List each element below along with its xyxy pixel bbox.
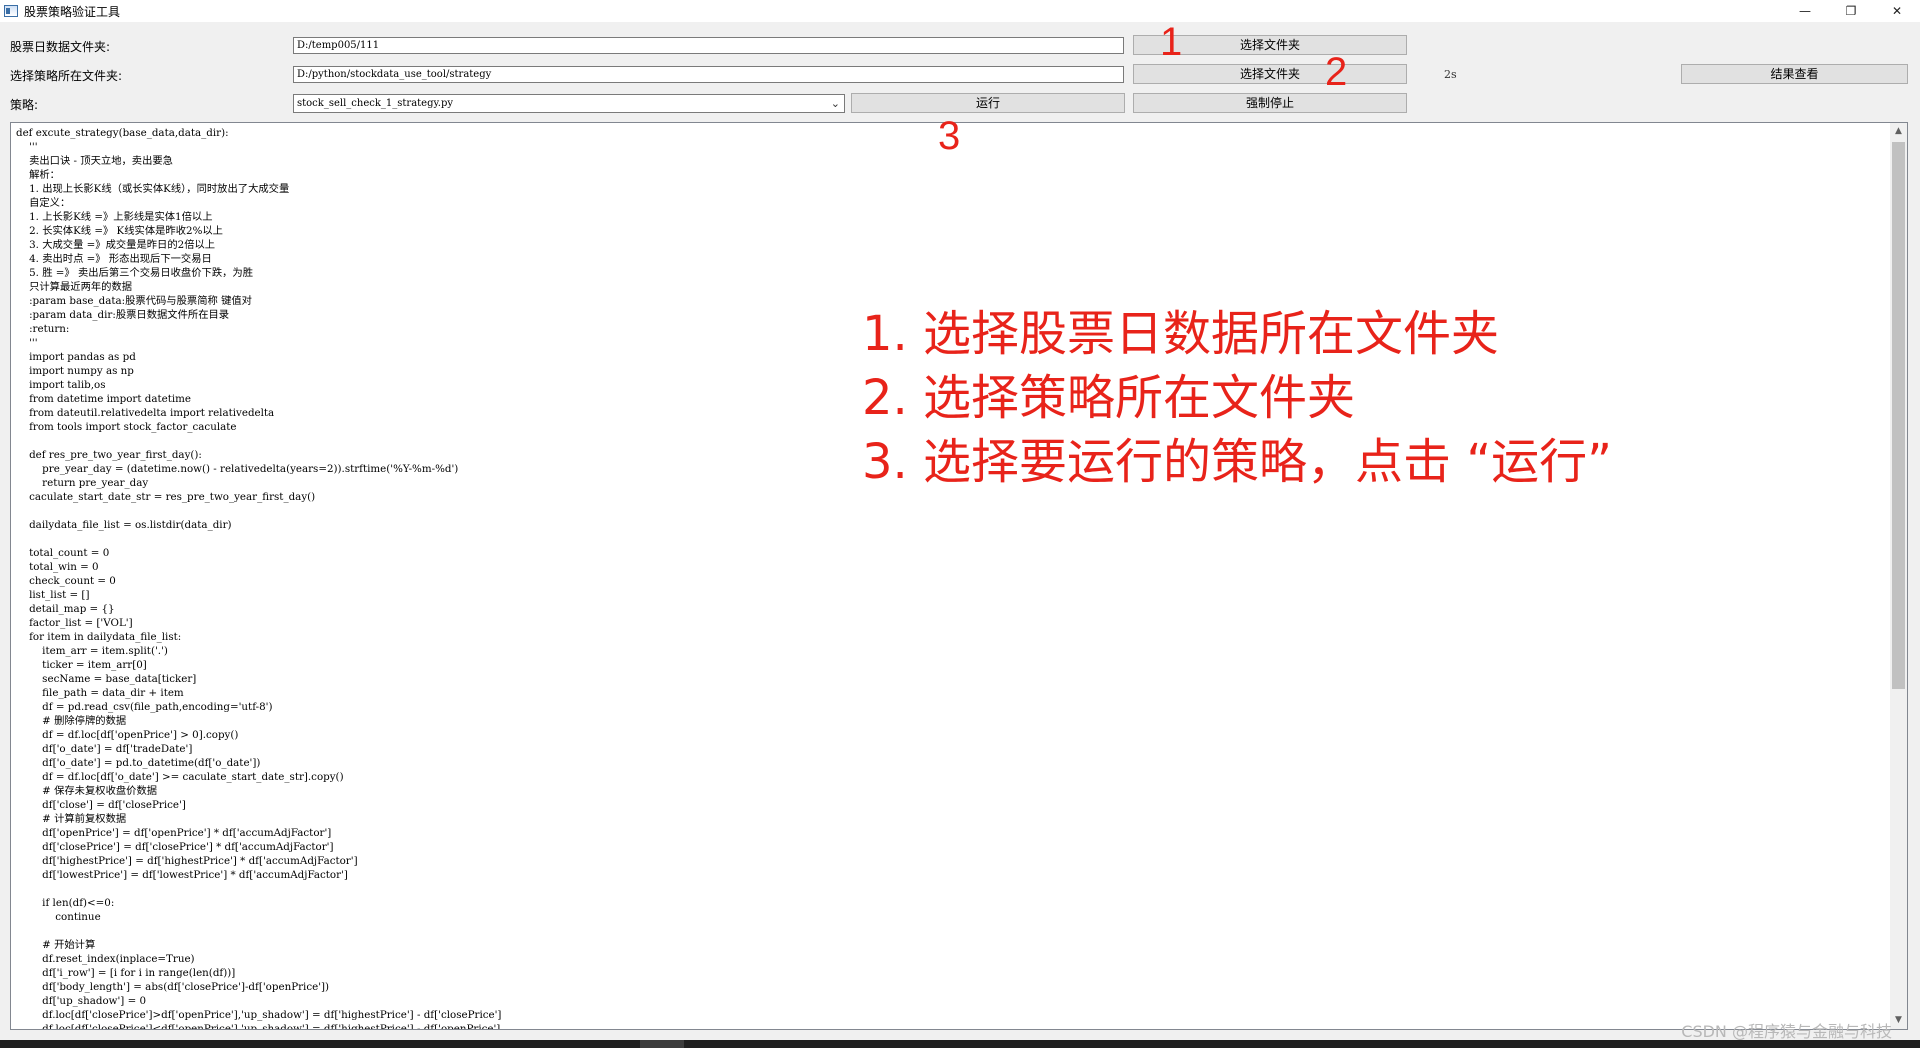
taskbar (0, 1040, 1920, 1048)
code-text: def excute_strategy(base_data,data_dir):… (16, 127, 502, 1030)
scroll-up-icon[interactable]: ▲ (1890, 123, 1907, 140)
code-editor[interactable]: def excute_strategy(base_data,data_dir):… (10, 122, 1908, 1030)
strategy-folder-label: 选择策略所在文件夹: (10, 69, 123, 83)
data-folder-input[interactable]: D:/temp005/111 (293, 37, 1124, 54)
minimize-button[interactable]: — (1782, 0, 1828, 22)
window-title: 股票策略验证工具 (24, 4, 121, 19)
strategy-label: 策略: (10, 98, 39, 112)
annotation-number-1: 1 (1160, 20, 1183, 64)
strategy-select[interactable]: stock_sell_check_1_strategy.py ⌄ (293, 94, 845, 113)
run-button[interactable]: 运行 (851, 93, 1125, 113)
annotation-number-3: 3 (938, 114, 961, 158)
title-bar: 股票策略验证工具 — ❐ ✕ (0, 0, 1920, 22)
annotation-step-3: 3. 选择要运行的策略，点击 “运行” (862, 434, 1613, 490)
chevron-down-icon[interactable]: ⌄ (831, 95, 840, 112)
strategy-folder-input[interactable]: D:/python/stockdata_use_tool/strategy (293, 66, 1124, 83)
annotation-step-1: 1. 选择股票日数据所在文件夹 (862, 306, 1500, 362)
select-strategy-folder-button[interactable]: 选择文件夹 (1133, 64, 1407, 84)
vertical-scrollbar[interactable]: ▲ ▼ (1890, 123, 1907, 1029)
annotation-step-2: 2. 选择策略所在文件夹 (862, 370, 1356, 426)
taskbar-active-app[interactable] (640, 1040, 684, 1048)
force-stop-button[interactable]: 强制停止 (1133, 93, 1407, 113)
view-results-button[interactable]: 结果查看 (1681, 64, 1908, 84)
watermark: CSDN @程序猿与金融与科技 (1681, 1022, 1892, 1041)
maximize-button[interactable]: ❐ (1828, 0, 1874, 22)
elapsed-time: 2s (1444, 68, 1457, 81)
strategy-select-value: stock_sell_check_1_strategy.py (297, 98, 454, 109)
annotation-number-2: 2 (1325, 50, 1348, 94)
window-controls: — ❐ ✕ (1782, 0, 1920, 22)
scroll-down-icon[interactable]: ▼ (1890, 1012, 1907, 1029)
scroll-thumb[interactable] (1892, 142, 1905, 689)
app-icon (4, 5, 18, 17)
close-button[interactable]: ✕ (1874, 0, 1920, 22)
data-folder-label: 股票日数据文件夹: (10, 40, 111, 54)
